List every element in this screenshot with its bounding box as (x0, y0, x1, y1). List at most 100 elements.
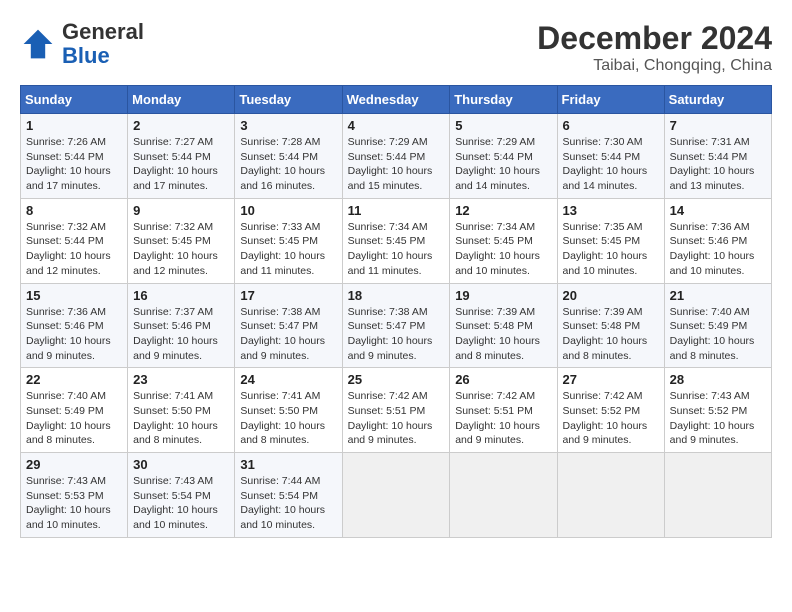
day-number: 22 (26, 372, 122, 387)
day-number: 14 (670, 203, 766, 218)
calendar-day-cell: 23 Sunrise: 7:41 AMSunset: 5:50 PMDayligh… (128, 368, 235, 453)
day-number: 23 (133, 372, 229, 387)
calendar-day-cell: 13 Sunrise: 7:35 AMSunset: 5:45 PMDayligh… (557, 198, 664, 283)
weekday-header: Sunday (21, 86, 128, 114)
calendar-day-cell: 3 Sunrise: 7:28 AMSunset: 5:44 PMDaylight… (235, 114, 342, 199)
day-number: 15 (26, 288, 122, 303)
calendar-day-cell: 20Sunrise: 7:39 AMSunset: 5:48 PMDayligh… (557, 283, 664, 368)
day-number: 9 (133, 203, 229, 218)
logo-text: General Blue (62, 20, 144, 68)
day-number: 13 (563, 203, 659, 218)
calendar-day-cell: 16Sunrise: 7:37 AMSunset: 5:46 PMDayligh… (128, 283, 235, 368)
location-title: Taibai, Chongqing, China (537, 57, 772, 75)
day-number: 24 (240, 372, 336, 387)
calendar-day-cell: 7 Sunrise: 7:31 AMSunset: 5:44 PMDaylight… (664, 114, 771, 199)
calendar-header-row: SundayMondayTuesdayWednesdayThursdayFrid… (21, 86, 772, 114)
day-info: Sunrise: 7:44 AMSunset: 5:54 PMDaylight:… (240, 474, 336, 533)
day-info: Sunrise: 7:32 AMSunset: 5:45 PMDaylight:… (133, 220, 229, 279)
calendar-day-cell: 2 Sunrise: 7:27 AMSunset: 5:44 PMDaylight… (128, 114, 235, 199)
calendar-day-cell: 26Sunrise: 7:42 AMSunset: 5:51 PMDayligh… (450, 368, 557, 453)
day-info: Sunrise: 7:34 AMSunset: 5:45 PMDaylight:… (455, 220, 551, 279)
calendar-day-cell: 6Sunrise: 7:30 AMSunset: 5:44 PMDaylight… (557, 114, 664, 199)
calendar-week-row: 29 Sunrise: 7:43 AMSunset: 5:53 PMDayligh… (21, 453, 772, 538)
day-info: Sunrise: 7:31 AMSunset: 5:44 PMDaylight:… (670, 135, 766, 194)
calendar-day-cell: 5 Sunrise: 7:29 AMSunset: 5:44 PMDaylight… (450, 114, 557, 199)
weekday-header: Friday (557, 86, 664, 114)
weekday-header: Wednesday (342, 86, 450, 114)
empty-cell (450, 453, 557, 538)
calendar-day-cell: 27Sunrise: 7:42 AMSunset: 5:52 PMDayligh… (557, 368, 664, 453)
month-title: December 2024 (537, 20, 772, 57)
empty-cell (664, 453, 771, 538)
day-info: Sunrise: 7:28 AMSunset: 5:44 PMDaylight:… (240, 135, 336, 194)
day-info: Sunrise: 7:27 AMSunset: 5:44 PMDaylight:… (133, 135, 229, 194)
day-number: 18 (348, 288, 445, 303)
calendar-week-row: 1Sunrise: 7:26 AMSunset: 5:44 PMDaylight… (21, 114, 772, 199)
day-number: 21 (670, 288, 766, 303)
calendar-week-row: 22Sunrise: 7:40 AMSunset: 5:49 PMDayligh… (21, 368, 772, 453)
calendar-day-cell: 10Sunrise: 7:33 AMSunset: 5:45 PMDayligh… (235, 198, 342, 283)
day-info: Sunrise: 7:38 AMSunset: 5:47 PMDaylight:… (240, 305, 336, 364)
weekday-header: Tuesday (235, 86, 342, 114)
day-info: Sunrise: 7:41 AMSunset: 5:50 PMDaylight:… (240, 389, 336, 448)
calendar-week-row: 8Sunrise: 7:32 AMSunset: 5:44 PMDaylight… (21, 198, 772, 283)
calendar-day-cell: 14 Sunrise: 7:36 AMSunset: 5:46 PMDayligh… (664, 198, 771, 283)
day-info: Sunrise: 7:35 AMSunset: 5:45 PMDaylight:… (563, 220, 659, 279)
calendar-day-cell: 25 Sunrise: 7:42 AMSunset: 5:51 PMDayligh… (342, 368, 450, 453)
day-number: 7 (670, 118, 766, 133)
day-info: Sunrise: 7:29 AMSunset: 5:44 PMDaylight:… (455, 135, 551, 194)
empty-cell (557, 453, 664, 538)
logo-general: General (62, 19, 144, 44)
calendar-day-cell: 28 Sunrise: 7:43 AMSunset: 5:52 PMDayligh… (664, 368, 771, 453)
logo-blue: Blue (62, 43, 110, 68)
calendar-day-cell: 31 Sunrise: 7:44 AMSunset: 5:54 PMDayligh… (235, 453, 342, 538)
day-info: Sunrise: 7:37 AMSunset: 5:46 PMDaylight:… (133, 305, 229, 364)
calendar-day-cell: 30Sunrise: 7:43 AMSunset: 5:54 PMDayligh… (128, 453, 235, 538)
day-info: Sunrise: 7:39 AMSunset: 5:48 PMDaylight:… (455, 305, 551, 364)
weekday-header: Saturday (664, 86, 771, 114)
calendar-day-cell: 17 Sunrise: 7:38 AMSunset: 5:47 PMDayligh… (235, 283, 342, 368)
calendar-day-cell: 24 Sunrise: 7:41 AMSunset: 5:50 PMDayligh… (235, 368, 342, 453)
calendar-day-cell: 9 Sunrise: 7:32 AMSunset: 5:45 PMDaylight… (128, 198, 235, 283)
day-number: 5 (455, 118, 551, 133)
day-info: Sunrise: 7:40 AMSunset: 5:49 PMDaylight:… (670, 305, 766, 364)
calendar-day-cell: 29 Sunrise: 7:43 AMSunset: 5:53 PMDayligh… (21, 453, 128, 538)
day-info: Sunrise: 7:41 AMSunset: 5:50 PMDaylight:… (133, 389, 229, 448)
day-info: Sunrise: 7:33 AMSunset: 5:45 PMDaylight:… (240, 220, 336, 279)
day-number: 31 (240, 457, 336, 472)
day-info: Sunrise: 7:42 AMSunset: 5:51 PMDaylight:… (348, 389, 445, 448)
day-info: Sunrise: 7:26 AMSunset: 5:44 PMDaylight:… (26, 135, 122, 194)
day-number: 8 (26, 203, 122, 218)
day-number: 26 (455, 372, 551, 387)
day-number: 12 (455, 203, 551, 218)
day-info: Sunrise: 7:43 AMSunset: 5:53 PMDaylight:… (26, 474, 122, 533)
day-number: 28 (670, 372, 766, 387)
day-number: 29 (26, 457, 122, 472)
day-number: 19 (455, 288, 551, 303)
calendar-day-cell: 18 Sunrise: 7:38 AMSunset: 5:47 PMDayligh… (342, 283, 450, 368)
day-info: Sunrise: 7:29 AMSunset: 5:44 PMDaylight:… (348, 135, 445, 194)
title-block: December 2024 Taibai, Chongqing, China (537, 20, 772, 75)
day-info: Sunrise: 7:36 AMSunset: 5:46 PMDaylight:… (670, 220, 766, 279)
day-number: 25 (348, 372, 445, 387)
day-info: Sunrise: 7:34 AMSunset: 5:45 PMDaylight:… (348, 220, 445, 279)
calendar-week-row: 15Sunrise: 7:36 AMSunset: 5:46 PMDayligh… (21, 283, 772, 368)
calendar-day-cell: 19 Sunrise: 7:39 AMSunset: 5:48 PMDayligh… (450, 283, 557, 368)
day-number: 3 (240, 118, 336, 133)
day-info: Sunrise: 7:43 AMSunset: 5:54 PMDaylight:… (133, 474, 229, 533)
weekday-header: Monday (128, 86, 235, 114)
calendar-table: SundayMondayTuesdayWednesdayThursdayFrid… (20, 85, 772, 538)
day-number: 11 (348, 203, 445, 218)
empty-cell (342, 453, 450, 538)
calendar-day-cell: 15Sunrise: 7:36 AMSunset: 5:46 PMDayligh… (21, 283, 128, 368)
day-info: Sunrise: 7:38 AMSunset: 5:47 PMDaylight:… (348, 305, 445, 364)
logo: General Blue (20, 20, 144, 68)
weekday-header: Thursday (450, 86, 557, 114)
calendar-day-cell: 22Sunrise: 7:40 AMSunset: 5:49 PMDayligh… (21, 368, 128, 453)
day-number: 2 (133, 118, 229, 133)
calendar-day-cell: 4Sunrise: 7:29 AMSunset: 5:44 PMDaylight… (342, 114, 450, 199)
calendar-day-cell: 12 Sunrise: 7:34 AMSunset: 5:45 PMDayligh… (450, 198, 557, 283)
day-number: 17 (240, 288, 336, 303)
day-number: 27 (563, 372, 659, 387)
day-info: Sunrise: 7:43 AMSunset: 5:52 PMDaylight:… (670, 389, 766, 448)
